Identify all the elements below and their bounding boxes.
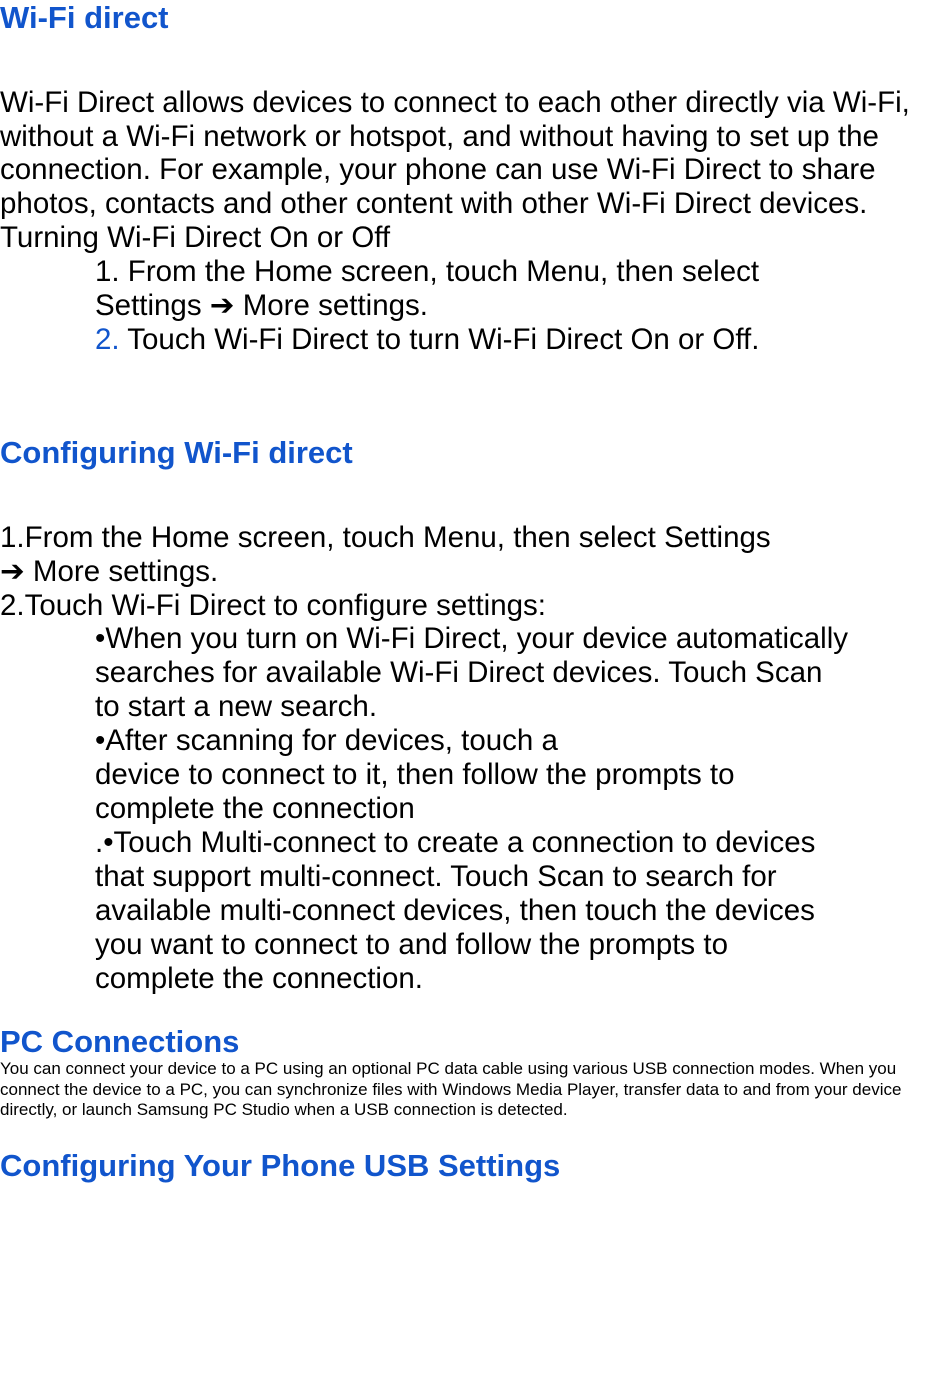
config-step-1-line-1: 1.From the Home screen, touch Menu, then… — [0, 521, 938, 555]
wifi-direct-subtitle: Turning Wi-Fi Direct On or Off — [0, 221, 938, 255]
config-bullet-3-line-5: complete the connection. — [95, 962, 938, 996]
heading-wifi-direct: Wi-Fi direct — [0, 0, 938, 36]
config-bullet-2-line-3: complete the connection — [95, 792, 938, 826]
document-body: Wi-Fi direct Wi-Fi Direct allows devices… — [0, 0, 938, 1184]
config-bullet-3-line-3: available multi-connect devices, then to… — [95, 894, 938, 928]
pc-connections-text: You can connect your device to a PC usin… — [0, 1059, 938, 1120]
step-number-2: 2. — [95, 323, 120, 356]
config-bullet-1-line-2: searches for available Wi-Fi Direct devi… — [95, 656, 938, 690]
step-2-text: Touch Wi-Fi Direct to turn Wi-Fi Direct … — [120, 323, 760, 356]
config-step-1-line-2: ➔ More settings. — [0, 555, 938, 589]
config-bullet-3-line-1: .•Touch Multi-connect to create a connec… — [95, 826, 938, 860]
wifi-step-1-line-2: Settings ➔ More settings. — [95, 289, 938, 323]
heading-pc-connections: PC Connections — [0, 1024, 938, 1060]
config-bullet-3-line-4: you want to connect to and follow the pr… — [95, 928, 938, 962]
wifi-step-1-line-1: 1. From the Home screen, touch Menu, the… — [95, 255, 938, 289]
heading-configuring-wifi-direct: Configuring Wi-Fi direct — [0, 435, 938, 471]
wifi-step-2: 2. Touch Wi-Fi Direct to turn Wi-Fi Dire… — [95, 323, 938, 357]
config-bullet-3-line-2: that support multi-connect. Touch Scan t… — [95, 860, 938, 894]
config-step-2: 2.Touch Wi-Fi Direct to configure settin… — [0, 589, 938, 623]
config-bullet-1-line-3: to start a new search. — [95, 690, 938, 724]
config-bullet-2-line-1: •After scanning for devices, touch a — [95, 724, 938, 758]
config-bullet-1-line-1: •When you turn on Wi-Fi Direct, your dev… — [95, 622, 938, 656]
heading-usb-settings: Configuring Your Phone USB Settings — [0, 1148, 938, 1184]
wifi-direct-intro: Wi-Fi Direct allows devices to connect t… — [0, 86, 938, 222]
config-bullet-2-line-2: device to connect to it, then follow the… — [95, 758, 938, 792]
